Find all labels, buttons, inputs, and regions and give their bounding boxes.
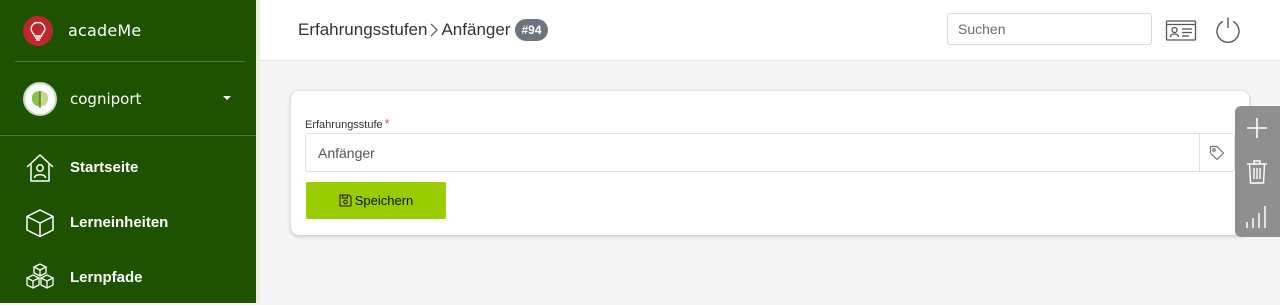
sidebar-divider bbox=[0, 135, 256, 136]
field-label-erfahrungsstufe: Erfahrungsstufe * bbox=[305, 116, 390, 131]
breadcrumb-item-current: Anfänger bbox=[441, 20, 511, 39]
app-brand[interactable]: acadeMe bbox=[15, 0, 245, 62]
sidebar-item-startseite[interactable]: Startseite bbox=[0, 140, 256, 195]
chevron-down-icon bbox=[223, 96, 231, 100]
field-label-text: Erfahrungsstufe bbox=[305, 119, 383, 131]
chevron-right-icon bbox=[429, 23, 439, 37]
signal-bars-icon[interactable] bbox=[1243, 202, 1271, 230]
erfahrungsstufe-input[interactable] bbox=[305, 133, 1200, 172]
sidebar-item-label: Lerneinheiten bbox=[70, 214, 169, 231]
power-icon[interactable] bbox=[1212, 16, 1244, 44]
floppy-disk-icon bbox=[339, 194, 352, 207]
home-icon bbox=[24, 152, 56, 184]
plus-icon[interactable] bbox=[1243, 114, 1271, 142]
breadcrumb: Erfahrungsstufen Anfänger #94 bbox=[298, 19, 548, 41]
cubes-stack-icon bbox=[24, 262, 56, 294]
app-name: acadeMe bbox=[68, 21, 142, 40]
lightbulb-icon bbox=[23, 15, 53, 46]
org-name: cogniport bbox=[70, 89, 142, 108]
top-header: Erfahrungsstufen Anfänger #94 bbox=[260, 0, 1280, 61]
sidebar-item-label: Startseite bbox=[70, 159, 139, 176]
id-badge: #94 bbox=[515, 19, 548, 41]
sidebar-item-label: Lernpfade bbox=[70, 269, 143, 286]
search-input[interactable] bbox=[947, 13, 1152, 45]
sidebar-item-lernpfade[interactable]: Lernpfade bbox=[0, 250, 256, 305]
sidebar: acadeMe cogniport Startseite Lerneinheit… bbox=[0, 0, 260, 303]
save-button-label: Speichern bbox=[354, 193, 414, 208]
sidebar-item-lerneinheiten[interactable]: Lerneinheiten bbox=[0, 195, 256, 250]
save-button[interactable]: Speichern bbox=[306, 182, 446, 219]
tag-icon[interactable] bbox=[1199, 133, 1235, 172]
breadcrumb-item-erfahrungsstufen[interactable]: Erfahrungsstufen bbox=[298, 20, 427, 40]
id-card-icon[interactable] bbox=[1165, 16, 1197, 44]
edit-card: Erfahrungsstufe* Speichern bbox=[291, 91, 1249, 235]
cube-icon bbox=[24, 207, 56, 239]
org-switcher[interactable]: cogniport bbox=[15, 62, 245, 135]
action-panel bbox=[1235, 106, 1280, 237]
cogniport-logo-icon bbox=[23, 81, 57, 116]
required-marker: * bbox=[384, 116, 390, 131]
trash-icon[interactable] bbox=[1243, 158, 1271, 186]
